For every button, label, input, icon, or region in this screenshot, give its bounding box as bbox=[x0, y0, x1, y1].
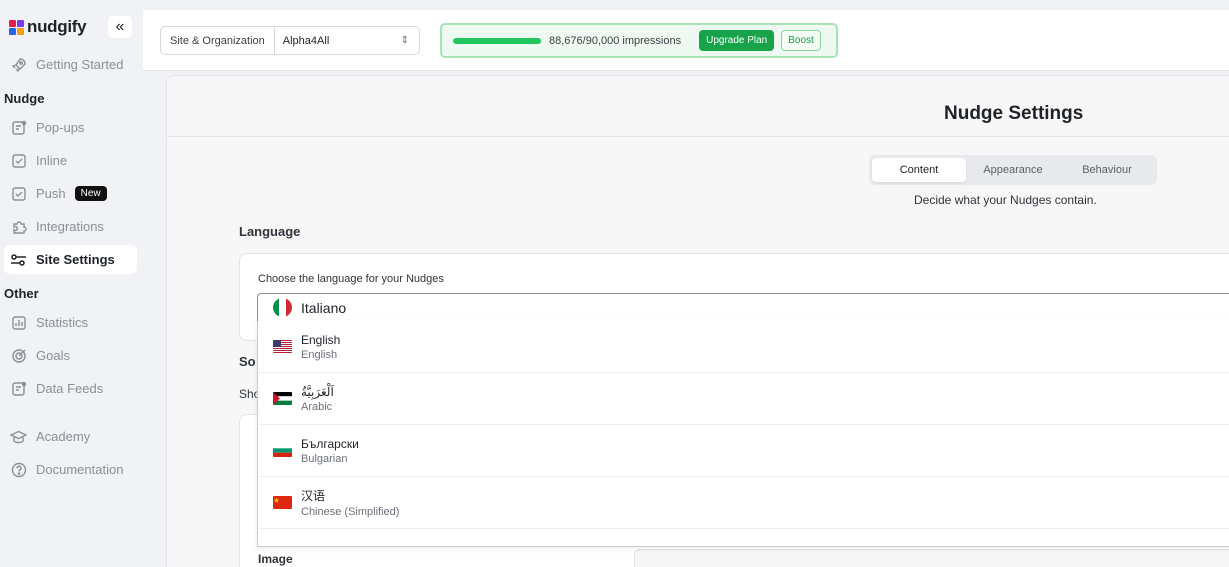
sidebar-item-label: Inline bbox=[36, 153, 68, 168]
sidebar-item-push[interactable]: Push New bbox=[4, 179, 137, 208]
sidebar-item-goals[interactable]: Goals bbox=[4, 341, 137, 370]
palestine-flag-icon bbox=[273, 392, 292, 405]
language-label: Choose the language for your Nudges bbox=[258, 273, 444, 285]
sidebar-item-data-feeds[interactable]: Data Feeds bbox=[4, 374, 137, 403]
sidebar-item-site-settings[interactable]: Site Settings bbox=[4, 245, 137, 274]
feed-icon bbox=[10, 380, 27, 397]
site-select-value: Alpha4All bbox=[282, 34, 330, 47]
site-select-label: Site & Organization bbox=[161, 27, 275, 54]
option-native-name: English bbox=[301, 332, 341, 347]
sidebar-item-label: Site Settings bbox=[36, 252, 115, 267]
option-native-name: اَلْعَرَبِيَّةُ bbox=[301, 384, 334, 399]
sidebar-item-label: Integrations bbox=[36, 219, 104, 234]
target-icon bbox=[10, 347, 27, 364]
language-select[interactable]: Italiano bbox=[257, 293, 1229, 322]
sidebar-item-label: Data Feeds bbox=[36, 381, 104, 396]
option-native-name: 汉语 bbox=[301, 489, 326, 503]
option-native-name: Български bbox=[301, 436, 359, 451]
sidebar-item-label: Statistics bbox=[36, 315, 89, 330]
double-chevron-left-icon: « bbox=[115, 18, 125, 35]
site-organization-select[interactable]: Site & Organization Alpha4All ⇕ bbox=[160, 26, 420, 55]
popup-icon bbox=[10, 119, 27, 136]
top-bar: Site & Organization Alpha4All ⇕ 88,676/9… bbox=[143, 10, 1229, 71]
section-title-nudge: Nudge bbox=[4, 91, 45, 106]
impressions-meter: 88,676/90,000 impressions Upgrade Plan B… bbox=[440, 23, 838, 58]
option-english-name: Arabic bbox=[301, 400, 333, 413]
sidebar-item-documentation[interactable]: Documentation bbox=[4, 455, 137, 484]
option-english-name: Bulgarian bbox=[301, 452, 348, 465]
graduation-cap-icon bbox=[10, 428, 27, 445]
sidebar-item-integrations[interactable]: Integrations bbox=[4, 212, 137, 241]
sidebar-item-label: Academy bbox=[36, 429, 91, 444]
logo-mark-icon bbox=[9, 19, 24, 35]
logo[interactable]: nudgify bbox=[9, 17, 87, 37]
upgrade-plan-button[interactable]: Upgrade Plan bbox=[699, 30, 775, 51]
language-option-arabic[interactable]: اَلْعَرَبِيَّةُ Arabic bbox=[258, 373, 1229, 425]
impressions-progress-fill bbox=[453, 37, 541, 44]
sidebar: nudgify « Getting Started Nudge Pop-ups … bbox=[0, 0, 143, 567]
chart-icon bbox=[10, 314, 27, 331]
language-heading: Language bbox=[239, 224, 301, 239]
image-heading: Image bbox=[258, 552, 293, 566]
sidebar-item-popups[interactable]: Pop-ups bbox=[4, 113, 137, 142]
tab-appearance[interactable]: Appearance bbox=[966, 158, 1060, 182]
impressions-progress-bar bbox=[453, 37, 542, 44]
option-english-name: English bbox=[301, 348, 338, 361]
sidebar-item-label: Push bbox=[36, 186, 66, 201]
language-option-bulgarian[interactable]: Български Bulgarian bbox=[258, 425, 1229, 477]
language-option-chinese-simplified[interactable]: 汉语 Chinese (Simplified) bbox=[258, 477, 1229, 529]
image-upload-area[interactable] bbox=[634, 549, 1229, 567]
settings-tabs: Content Appearance Behaviour bbox=[869, 155, 1157, 185]
language-dropdown: English English اَلْعَرَبِيَّةُ Arabic Бъл… bbox=[257, 321, 1229, 547]
new-badge: New bbox=[74, 186, 107, 201]
bulgaria-flag-icon bbox=[273, 444, 292, 457]
option-native-name: 漢語 bbox=[301, 545, 325, 546]
sidebar-item-statistics[interactable]: Statistics bbox=[4, 308, 137, 337]
chevron-up-down-icon: ⇕ bbox=[400, 35, 409, 46]
italy-flag-icon bbox=[273, 298, 292, 317]
check-square-icon bbox=[10, 185, 27, 202]
china-flag-icon bbox=[273, 496, 292, 509]
sidebar-item-label: Documentation bbox=[36, 462, 124, 477]
main-header: Nudge Settings bbox=[167, 76, 1229, 137]
sidebar-item-inline[interactable]: Inline bbox=[4, 146, 137, 175]
section-title-other: Other bbox=[4, 286, 39, 301]
language-option-english[interactable]: English English bbox=[258, 321, 1229, 373]
us-flag-icon bbox=[273, 340, 292, 353]
tab-description: Decide what your Nudges contain. bbox=[914, 193, 1097, 207]
language-select-value: Italiano bbox=[301, 299, 347, 316]
tab-behaviour[interactable]: Behaviour bbox=[1060, 158, 1154, 182]
boost-button[interactable]: Boost bbox=[781, 30, 821, 51]
logo-text: nudgify bbox=[27, 17, 87, 36]
option-english-name: Chinese (Simplified) bbox=[301, 506, 400, 518]
sidebar-item-label: Pop-ups bbox=[36, 120, 85, 135]
rocket-icon bbox=[10, 56, 27, 73]
sidebar-item-label: Getting Started bbox=[36, 57, 124, 72]
collapse-sidebar-button[interactable]: « bbox=[108, 16, 132, 38]
sidebar-item-getting-started[interactable]: Getting Started bbox=[4, 50, 137, 79]
language-option-chinese-traditional[interactable]: 漢語 bbox=[258, 529, 1229, 546]
check-square-icon bbox=[10, 152, 27, 169]
tab-content[interactable]: Content bbox=[872, 158, 966, 182]
impressions-text: 88,676/90,000 impressions bbox=[549, 34, 682, 47]
puzzle-icon bbox=[10, 218, 27, 235]
sidebar-item-academy[interactable]: Academy bbox=[4, 422, 137, 451]
sliders-icon bbox=[10, 251, 27, 268]
page-title: Nudge Settings bbox=[944, 103, 1084, 124]
section-heading-partial: So bbox=[239, 354, 256, 369]
help-circle-icon bbox=[10, 461, 27, 478]
sidebar-item-label: Goals bbox=[36, 348, 70, 363]
